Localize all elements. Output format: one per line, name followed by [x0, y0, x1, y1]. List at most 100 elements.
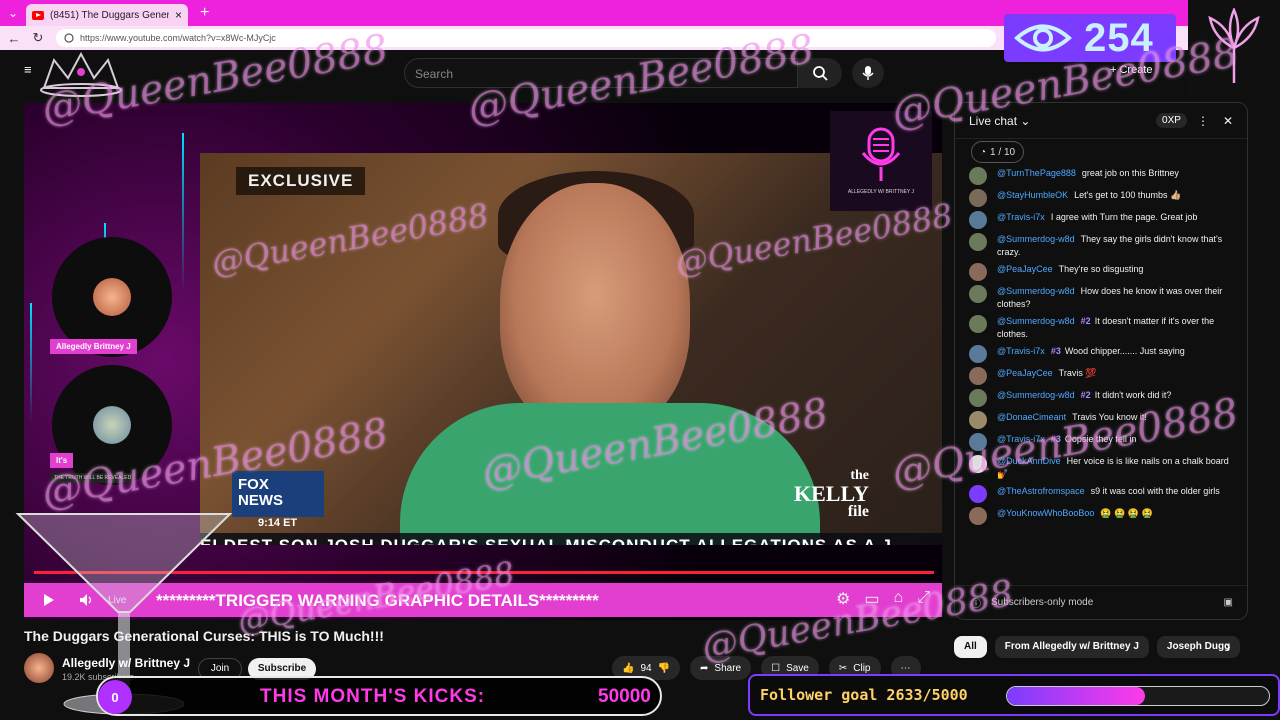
chat-message[interactable]: @YouKnowWhoBooBoo 🤮 🤮 🤮 🤮: [969, 507, 1235, 525]
chat-title[interactable]: Live chat ⌄: [969, 114, 1156, 128]
browser-tab[interactable]: (8451) The Duggars Generational C ×: [26, 4, 188, 26]
chat-avatar[interactable]: [969, 263, 987, 281]
news-time: 9:14 ET: [258, 517, 298, 529]
chat-message[interactable]: @PeaJayCee Travis 💯: [969, 367, 1235, 385]
chat-menu-icon[interactable]: ⋮: [1197, 114, 1209, 128]
host1-avatar: [93, 278, 131, 316]
chat-message[interactable]: @Summerdog-w8d They say the girls didn't …: [969, 233, 1235, 259]
exclusive-label: EXCLUSIVE: [236, 167, 366, 195]
back-icon[interactable]: ←: [4, 31, 24, 46]
chat-author[interactable]: @PeaJayCee: [997, 368, 1053, 378]
cast-icon[interactable]: ⌂: [894, 589, 904, 609]
chat-author[interactable]: @TheAstrofromspace: [997, 486, 1085, 496]
chat-author[interactable]: @PeaJayCee: [997, 264, 1053, 274]
chat-author[interactable]: @DuckAnnDive: [997, 456, 1061, 466]
share-button[interactable]: ➦ Share: [690, 656, 752, 680]
chat-avatar[interactable]: [969, 211, 987, 229]
chat-message[interactable]: @TheAstrofromspace s9 it was cool with th…: [969, 485, 1235, 503]
chat-message[interactable]: @PeaJayCee They're so disgusting: [969, 263, 1235, 281]
hamburger-icon[interactable]: ≡: [24, 62, 32, 77]
chat-author[interactable]: @Summerdog-w8d: [997, 316, 1075, 326]
leaf-logo-icon: [1208, 8, 1260, 83]
stream-logo: [1188, 0, 1280, 96]
chat-avatar[interactable]: [969, 315, 987, 333]
url-field[interactable]: https://www.youtube.com/watch?v=x8Wc-MJy…: [56, 29, 996, 47]
chat-author[interactable]: @Travis-i7x: [997, 346, 1045, 356]
chat-message[interactable]: @Travis-i7x I agree with Turn the page. G…: [969, 211, 1235, 229]
tab-search-icon[interactable]: ⌄: [0, 0, 26, 26]
create-button[interactable]: + Create: [1110, 64, 1153, 76]
chat-avatar[interactable]: [969, 485, 987, 503]
chat-avatar[interactable]: [969, 411, 987, 429]
kicks-goal: 50000: [598, 686, 651, 707]
xp-badge[interactable]: 0XP: [1156, 113, 1187, 128]
chat-author[interactable]: @Summerdog-w8d: [997, 390, 1075, 400]
chat-text: I agree with Turn the page. Great job: [1050, 212, 1198, 222]
chat-author[interactable]: @Summerdog-w8d: [997, 234, 1075, 244]
chip[interactable]: From Allegedly w/ Brittney J: [994, 636, 1149, 658]
voice-search-button[interactable]: [852, 58, 884, 88]
chat-avatar[interactable]: [969, 167, 987, 185]
chat-avatar[interactable]: [969, 389, 987, 407]
chat-rank-badge: #2: [1080, 390, 1091, 400]
chat-avatar[interactable]: [969, 433, 987, 451]
new-tab-icon[interactable]: +: [200, 4, 209, 22]
youtube-favicon-icon: [32, 10, 44, 20]
chat-message[interactable]: @Travis-i7x #3 Wood chipper....... Just sa…: [969, 345, 1235, 363]
host1-name-tag: Allegedly Brittney J: [50, 339, 137, 354]
chat-message-body: @Travis-i7x #3 Oopsie they fell in: [997, 433, 1136, 451]
info-icon: ⓘ: [971, 599, 981, 610]
chat-close-icon[interactable]: ✕: [1223, 114, 1233, 128]
thumbs-down-icon[interactable]: 👎: [658, 663, 670, 674]
podcast-caption: ALLEGEDLY W/ BRITTNEY J: [847, 189, 915, 195]
chat-author[interactable]: @TurnThePage888: [997, 168, 1076, 178]
host2-avatar: [93, 406, 131, 444]
chat-message[interactable]: @Summerdog-w8d #2 It didn't work did it?: [969, 389, 1235, 407]
chat-avatar[interactable]: [969, 345, 987, 363]
chat-avatar[interactable]: [969, 455, 987, 473]
decor-light: [30, 303, 32, 423]
chat-message[interactable]: @TurnThePage888 great job on this Brittne…: [969, 167, 1235, 185]
chat-message-body: @Summerdog-w8d How does he know it was ov…: [997, 285, 1235, 311]
player-right-controls: ⚙ ▭ ⌂ ⤢: [836, 589, 930, 609]
chat-author[interactable]: @StayHumbleOK: [997, 190, 1068, 200]
chat-header: Live chat ⌄ 0XP ⋮ ✕: [955, 103, 1247, 139]
chat-author[interactable]: @Summerdog-w8d: [997, 286, 1075, 296]
chat-text: Travis You know it!: [1072, 412, 1147, 422]
chat-author[interactable]: @YouKnowWhoBooBoo: [997, 508, 1094, 518]
chat-message-body: @StayHumbleOK Let's get to 100 thumbs 👍🏼: [997, 189, 1181, 207]
follower-goal-bar: [1006, 686, 1270, 706]
reload-icon[interactable]: ↻: [28, 30, 48, 46]
fullscreen-icon[interactable]: ⤢: [917, 589, 930, 609]
site-info-icon[interactable]: [64, 33, 74, 43]
chip[interactable]: All: [954, 636, 987, 658]
settings-icon[interactable]: ⚙: [836, 589, 850, 609]
chat-message[interactable]: @DuckAnnDive Her voice is is like nails o…: [969, 455, 1235, 481]
subtitles-icon[interactable]: ▭: [864, 589, 879, 609]
super-chat-icon[interactable]: ▣: [1224, 597, 1233, 608]
chat-avatar[interactable]: [969, 367, 987, 385]
chat-message[interactable]: @Summerdog-w8d How does he know it was ov…: [969, 285, 1235, 311]
chat-message-body: @TheAstrofromspace s9 it was cool with th…: [997, 485, 1220, 503]
chat-avatar[interactable]: [969, 233, 987, 251]
search-button[interactable]: [798, 58, 842, 88]
chat-pill[interactable]: ◔ 1 / 10: [971, 141, 1025, 163]
channel-name[interactable]: Allegedly w/ Brittney J: [62, 656, 190, 670]
chat-message[interactable]: @StayHumbleOK Let's get to 100 thumbs 👍🏼: [969, 189, 1235, 207]
chat-message[interactable]: @Summerdog-w8d #2 It doesn't matter if it'…: [969, 315, 1235, 341]
chat-author[interactable]: @Travis-i7x: [997, 212, 1045, 222]
clip-label: Clip: [853, 662, 871, 674]
channel-avatar[interactable]: [24, 653, 54, 683]
chat-message[interactable]: @Travis-i7x #3 Oopsie they fell in: [969, 433, 1235, 451]
chat-avatar[interactable]: [969, 285, 987, 303]
chat-avatar[interactable]: [969, 189, 987, 207]
chips-next-icon[interactable]: ›: [1226, 638, 1231, 654]
chat-author[interactable]: @DonaeCimeant: [997, 412, 1066, 422]
host2-subtitle: THE TRUTH WILL BE REVEALED: [50, 473, 136, 483]
search-input[interactable]: Search: [404, 58, 798, 88]
chat-author[interactable]: @Travis-i7x: [997, 434, 1045, 444]
tab-close-icon[interactable]: ×: [175, 8, 182, 22]
news-ticker: ELDEST SON JOSH DUGGAR'S SEXUAL MISCONDU…: [200, 533, 942, 545]
chat-message[interactable]: @DonaeCimeant Travis You know it!: [969, 411, 1235, 429]
chat-avatar[interactable]: [969, 507, 987, 525]
